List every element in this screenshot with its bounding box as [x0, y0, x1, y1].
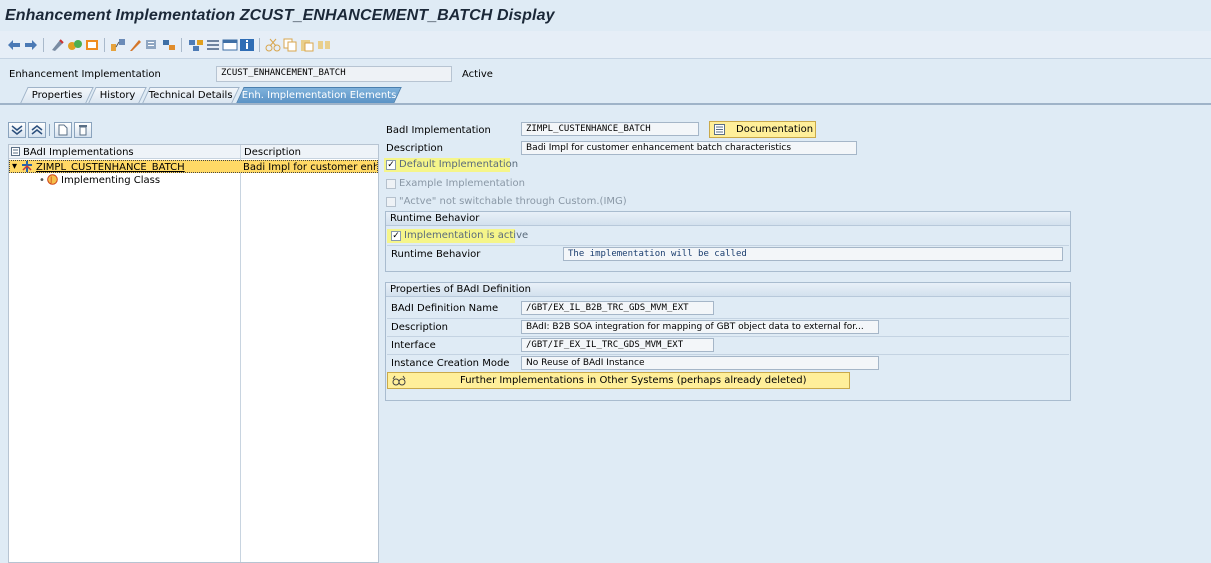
- enhancement-implementation-label: Enhancement Implementation: [9, 69, 161, 80]
- cut-icon[interactable]: [265, 37, 281, 53]
- expand-triangle-icon[interactable]: ▾: [12, 161, 17, 172]
- where-used-icon[interactable]: [144, 37, 160, 53]
- column-header-badi-implementations[interactable]: BAdI Implementations: [23, 147, 134, 158]
- default-implementation-checkbox[interactable]: [386, 160, 396, 170]
- find-replace-icon[interactable]: [316, 37, 332, 53]
- badi-definition-name-field[interactable]: /GBT/EX_IL_B2B_TRC_GDS_MVM_EXT: [521, 301, 714, 315]
- runtime-behavior-title: Runtime Behavior: [386, 212, 1070, 226]
- documentation-icon: [714, 124, 725, 138]
- enhancement-implementation-field[interactable]: ZCUST_ENHANCEMENT_BATCH: [216, 66, 452, 82]
- tree-node-description: Badi Impl for customer enhanc: [243, 162, 377, 173]
- tree-header: BAdI Implementations Description: [9, 145, 378, 159]
- tab-technical-details[interactable]: Technical Details: [142, 87, 240, 103]
- description-label: Description: [386, 143, 443, 154]
- example-implementation-label: Example Implementation: [399, 178, 525, 189]
- badi-implementation-tree: BAdI Implementations Description ▾ ZIMPL…: [8, 144, 379, 563]
- hierarchy-icon[interactable]: [161, 37, 177, 53]
- instance-creation-mode-field[interactable]: No Reuse of BAdI Instance: [521, 356, 879, 370]
- title-bar: Enhancement Implementation ZCUST_ENHANCE…: [0, 0, 1211, 31]
- tree-header-icon: [11, 147, 20, 159]
- tree-node-name: ZIMPL_CUSTENHANCE_BATCH: [36, 162, 185, 173]
- collapse-all-icon[interactable]: [28, 122, 46, 138]
- not-switchable-checkbox[interactable]: [386, 197, 396, 207]
- application-toolbar: [0, 31, 1211, 59]
- tab-underline: [0, 103, 1211, 105]
- example-implementation-checkbox[interactable]: [386, 179, 396, 189]
- svg-text:J: J: [49, 176, 52, 185]
- runtime-behavior-field[interactable]: The implementation will be called: [563, 247, 1063, 261]
- list-icon[interactable]: [205, 37, 221, 53]
- object-list-icon[interactable]: [110, 37, 126, 53]
- expand-all-icon[interactable]: [8, 122, 26, 138]
- edit-pencil-icon[interactable]: [127, 37, 143, 53]
- paste-icon[interactable]: [299, 37, 315, 53]
- tab-history[interactable]: History: [88, 87, 147, 103]
- further-implementations-button[interactable]: Further Implementations in Other Systems…: [387, 372, 850, 389]
- column-header-description[interactable]: Description: [244, 147, 301, 158]
- window-title: Enhancement Implementation ZCUST_ENHANCE…: [5, 7, 555, 24]
- activate-icon[interactable]: [67, 37, 83, 53]
- badi-definition-title: Properties of BAdI Definition: [386, 283, 1070, 297]
- instance-creation-mode-label: Instance Creation Mode: [391, 358, 510, 369]
- tab-strip: Properties History Technical Details Enh…: [0, 87, 1211, 103]
- description-field[interactable]: Badi Impl for customer enhancement batch…: [521, 141, 857, 155]
- delete-icon[interactable]: [74, 122, 92, 138]
- check-object-icon[interactable]: [84, 37, 100, 53]
- tab-enh-implementation-elements[interactable]: Enh. Implementation Elements: [236, 87, 402, 103]
- create-icon[interactable]: [54, 122, 72, 138]
- implementing-class-icon: J: [47, 174, 58, 188]
- window-icon[interactable]: [222, 37, 238, 53]
- display-change-icon[interactable]: [50, 37, 66, 53]
- interface-label: Interface: [391, 340, 436, 351]
- info-icon[interactable]: [239, 37, 255, 53]
- tree-row[interactable]: ▾ ZIMPL_CUSTENHANCE_BATCH Badi Impl for …: [9, 160, 378, 173]
- display-object-icon[interactable]: [188, 37, 204, 53]
- badi-definition-description-field[interactable]: BAdI: B2B SOA integration for mapping of…: [521, 320, 879, 334]
- runtime-behavior-group: Runtime Behavior Implementation is activ…: [385, 211, 1071, 272]
- badi-implementation-field[interactable]: ZIMPL_CUSTENHANCE_BATCH: [521, 122, 699, 136]
- forward-arrow-icon[interactable]: [23, 37, 39, 53]
- back-arrow-icon[interactable]: [6, 37, 22, 53]
- documentation-button[interactable]: Documentation: [709, 121, 816, 138]
- badi-definition-description-label: Description: [391, 322, 448, 333]
- not-switchable-label: "Actve" not switchable through Custom.(I…: [399, 196, 627, 207]
- implementation-active-checkbox[interactable]: [391, 231, 401, 241]
- tree-node-name: Implementing Class: [61, 175, 161, 186]
- implementation-active-label: Implementation is active: [404, 230, 529, 241]
- glasses-icon: [392, 375, 406, 389]
- badi-definition-name-label: BAdI Definition Name: [391, 303, 499, 314]
- tree-row[interactable]: • J Implementing Class: [9, 174, 240, 187]
- status-text: Active: [462, 69, 493, 80]
- left-tree-pane: BAdI Implementations Description ▾ ZIMPL…: [8, 120, 379, 563]
- tab-properties[interactable]: Properties: [20, 87, 94, 103]
- default-implementation-label: Default Implementation: [399, 159, 519, 170]
- badi-impl-icon: [22, 161, 32, 175]
- badi-implementation-label: BadI Implementation: [386, 125, 491, 136]
- interface-field[interactable]: /GBT/IF_EX_IL_TRC_GDS_MVM_EXT: [521, 338, 714, 352]
- runtime-behavior-label: Runtime Behavior: [391, 249, 481, 260]
- copy-icon[interactable]: [282, 37, 298, 53]
